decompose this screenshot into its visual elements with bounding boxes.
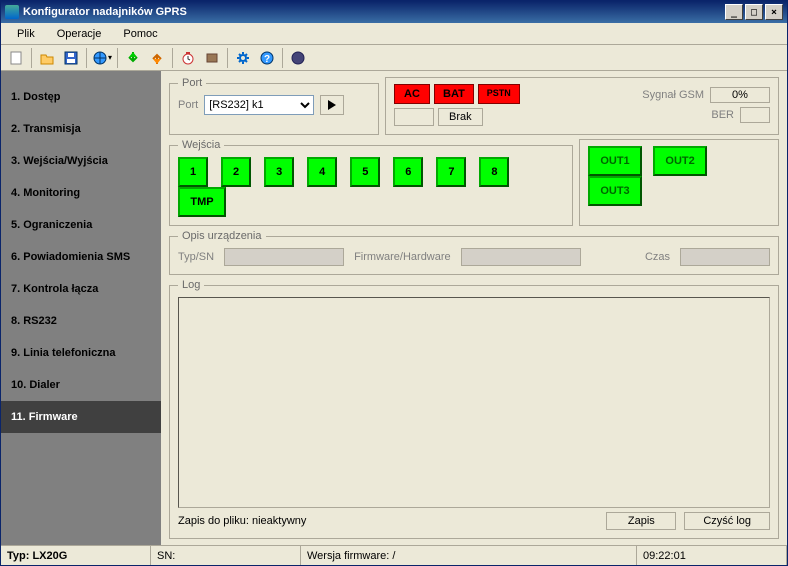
sidebar-item-kontrola-lacza[interactable]: 7. Kontrola łącza xyxy=(1,273,161,305)
status-group: AC BAT PSTN Brak Sygnał GSM xyxy=(385,77,779,135)
log-group: Log Zapis do pliku: nieaktywny Zapis Czy… xyxy=(169,279,779,539)
log-clear-button[interactable]: Czyść log xyxy=(684,512,770,530)
input-7[interactable]: 7 xyxy=(436,157,466,187)
sidebar-item-transmisja[interactable]: 2. Transmisja xyxy=(1,113,161,145)
play-icon xyxy=(327,100,337,110)
log-save-button[interactable]: Zapis xyxy=(606,512,676,530)
log-legend: Log xyxy=(178,279,204,291)
inputs-group: Wejścia 1 2 3 4 5 6 7 8 TMP xyxy=(169,139,573,226)
input-1[interactable]: 1 xyxy=(178,157,208,187)
czas-label: Czas xyxy=(645,251,670,263)
fwhw-field xyxy=(461,248,581,266)
port-legend: Port xyxy=(178,77,206,89)
gsm-label: Sygnał GSM xyxy=(642,89,704,101)
port-group: Port Port [RS232] k1 xyxy=(169,77,379,135)
close-button[interactable]: × xyxy=(765,4,783,20)
status-typ: Typ: LX20G xyxy=(1,546,151,565)
input-6[interactable]: 6 xyxy=(393,157,423,187)
menubar: Plik Operacje Pomoc xyxy=(1,23,787,45)
status-brak: Brak xyxy=(438,108,483,126)
ber-box xyxy=(740,107,770,123)
status-time: 09:22:01 xyxy=(637,546,787,565)
sidebar-item-linia-telefoniczna[interactable]: 9. Linia telefoniczna xyxy=(1,337,161,369)
inputs-legend: Wejścia xyxy=(178,139,224,151)
main-panel: Port Port [RS232] k1 xyxy=(161,71,787,545)
sidebar-item-monitoring[interactable]: 4. Monitoring xyxy=(1,177,161,209)
menu-pomoc[interactable]: Pomoc xyxy=(113,26,167,42)
upload-icon[interactable] xyxy=(146,47,168,69)
input-3[interactable]: 3 xyxy=(264,157,294,187)
status-fw: Wersja firmware: / xyxy=(301,546,637,565)
input-2[interactable]: 2 xyxy=(221,157,251,187)
ball-icon[interactable] xyxy=(287,47,309,69)
typsn-field xyxy=(224,248,344,266)
input-8[interactable]: 8 xyxy=(479,157,509,187)
maximize-button[interactable]: □ xyxy=(745,4,763,20)
typsn-label: Typ/SN xyxy=(178,251,214,263)
czas-field xyxy=(680,248,770,266)
menu-plik[interactable]: Plik xyxy=(7,26,45,42)
output-3[interactable]: OUT3 xyxy=(588,176,642,206)
help-icon[interactable]: ? xyxy=(256,47,278,69)
outputs-group: OUT1 OUT2 OUT3 xyxy=(579,139,779,226)
port-label: Port xyxy=(178,99,198,111)
fwhw-label: Firmware/Hardware xyxy=(354,251,451,263)
sidebar-item-dialer[interactable]: 10. Dialer xyxy=(1,369,161,401)
download-icon[interactable] xyxy=(122,47,144,69)
titlebar: Konfigurator nadajników GPRS _ □ × xyxy=(1,1,787,23)
app-icon xyxy=(5,5,19,19)
log-file-status: Zapis do pliku: nieaktywny xyxy=(178,515,306,527)
output-2[interactable]: OUT2 xyxy=(653,146,707,176)
output-1[interactable]: OUT1 xyxy=(588,146,642,176)
status-pstn: PSTN xyxy=(478,84,520,104)
input-4[interactable]: 4 xyxy=(307,157,337,187)
window-title: Konfigurator nadajników GPRS xyxy=(23,6,187,18)
status-sn: SN: xyxy=(151,546,301,565)
status-bat: BAT xyxy=(434,84,474,104)
desc-legend: Opis urządzenia xyxy=(178,230,266,242)
sidebar-item-wejscia-wyjscia[interactable]: 3. Wejścia/Wyjścia xyxy=(1,145,161,177)
new-icon[interactable] xyxy=(5,47,27,69)
device-icon[interactable] xyxy=(201,47,223,69)
sidebar-item-rs232[interactable]: 8. RS232 xyxy=(1,305,161,337)
port-select[interactable]: [RS232] k1 xyxy=(204,95,314,115)
open-icon[interactable] xyxy=(36,47,58,69)
input-5[interactable]: 5 xyxy=(350,157,380,187)
minimize-button[interactable]: _ xyxy=(725,4,743,20)
description-group: Opis urządzenia Typ/SN Firmware/Hardware… xyxy=(169,230,779,275)
statusbar: Typ: LX20G SN: Wersja firmware: / 09:22:… xyxy=(1,545,787,565)
svg-text:?: ? xyxy=(264,54,270,65)
sidebar-item-ograniczenia[interactable]: 5. Ograniczenia xyxy=(1,209,161,241)
toolbar: ▾ ? xyxy=(1,45,787,71)
log-textarea[interactable] xyxy=(178,297,770,508)
menu-operacje[interactable]: Operacje xyxy=(47,26,112,42)
port-connect-button[interactable] xyxy=(320,95,344,115)
app-window: Konfigurator nadajników GPRS _ □ × Plik … xyxy=(0,0,788,566)
input-tmp[interactable]: TMP xyxy=(178,187,226,217)
ber-label: BER xyxy=(711,109,734,121)
clock-icon[interactable] xyxy=(177,47,199,69)
sidebar-item-dostep[interactable]: 1. Dostęp xyxy=(1,81,161,113)
gear-icon[interactable] xyxy=(232,47,254,69)
sidebar: 1. Dostęp 2. Transmisja 3. Wejścia/Wyjśc… xyxy=(1,71,161,545)
globe-icon[interactable]: ▾ xyxy=(91,47,113,69)
status-empty-box xyxy=(394,108,434,126)
save-icon[interactable] xyxy=(60,47,82,69)
gsm-meter: 0% xyxy=(710,87,770,103)
sidebar-item-firmware[interactable]: 11. Firmware xyxy=(1,401,161,433)
status-ac: AC xyxy=(394,84,430,104)
sidebar-item-powiadomienia-sms[interactable]: 6. Powiadomienia SMS xyxy=(1,241,161,273)
